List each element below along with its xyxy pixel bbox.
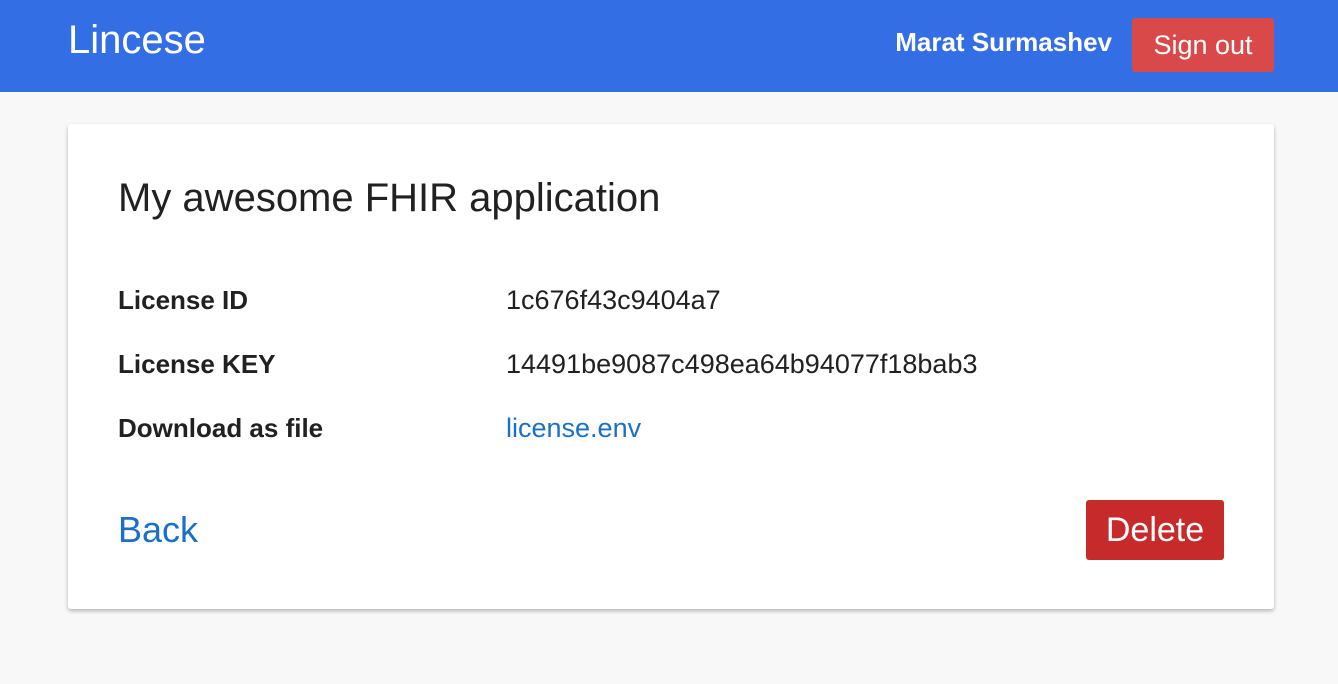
license-card: My awesome FHIR application License ID 1…: [68, 124, 1274, 609]
back-link[interactable]: Back: [118, 508, 198, 552]
download-row: Download as file license.env: [118, 410, 1218, 446]
download-label: Download as file: [118, 413, 324, 443]
license-key-row: License KEY 14491be9087c498ea64b94077f18…: [118, 346, 1218, 382]
license-id-value: 1c676f43c9404a7: [506, 285, 721, 315]
brand-logo-link[interactable]: Lincese: [68, 17, 206, 63]
license-key-value: 14491be9087c498ea64b94077f18bab3: [506, 349, 978, 379]
top-navbar: Lincese Marat Surmashev Sign out: [0, 0, 1338, 92]
license-id-label: License ID: [118, 285, 249, 315]
license-title: My awesome FHIR application: [118, 176, 661, 220]
download-file-link[interactable]: license.env: [506, 410, 641, 446]
license-key-label: License KEY: [118, 349, 276, 379]
user-name: Marat Surmashev: [895, 27, 1112, 57]
license-id-row: License ID 1c676f43c9404a7: [118, 282, 1218, 318]
sign-out-button[interactable]: Sign out: [1132, 18, 1274, 72]
delete-button[interactable]: Delete: [1086, 500, 1224, 560]
